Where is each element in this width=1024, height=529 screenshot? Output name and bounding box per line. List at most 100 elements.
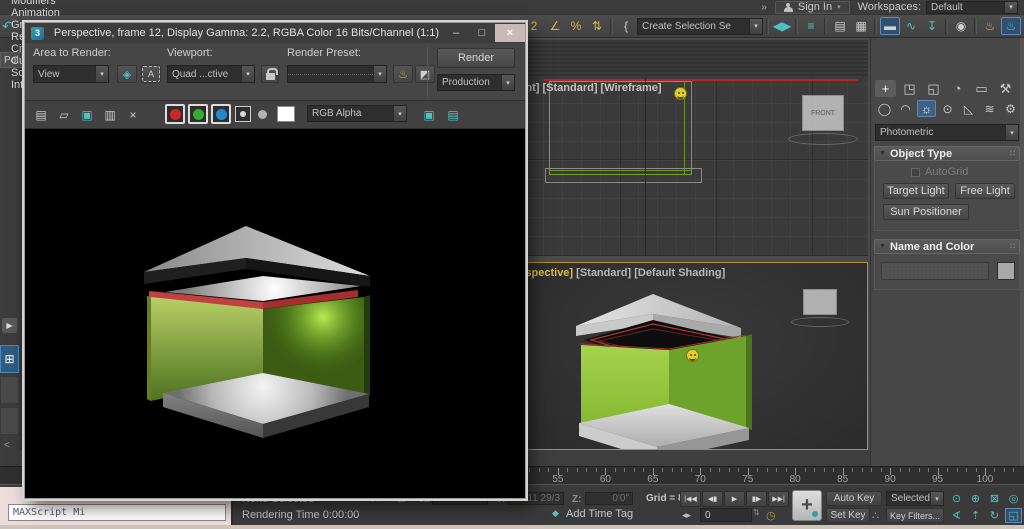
copy-image-icon[interactable]: ▱: [54, 105, 74, 124]
render-setup-icon[interactable]: ♨: [393, 65, 413, 83]
timeline-tick[interactable]: [596, 468, 597, 472]
current-frame-field[interactable]: 0: [700, 508, 752, 522]
frame-spinner[interactable]: ⇅: [753, 508, 760, 517]
scene-explorer-icon[interactable]: ▤: [830, 17, 850, 35]
timeline-tick[interactable]: [615, 468, 616, 472]
timeline-tick[interactable]: [634, 468, 635, 472]
background-color-swatch[interactable]: [277, 106, 295, 122]
viewport-layout-tab-2[interactable]: [0, 376, 19, 404]
utilities-tab[interactable]: ⚒: [995, 80, 1016, 97]
zoom-extents-icon[interactable]: ⊠: [986, 491, 1003, 506]
prev-next-key-icon[interactable]: ◂▸: [682, 510, 691, 521]
timeline-tick[interactable]: [567, 468, 568, 472]
edit-named-selection-sets-icon[interactable]: {: [616, 17, 636, 35]
snaps-toggle-icon[interactable]: 2: [524, 17, 544, 35]
green-channel-button[interactable]: [188, 104, 208, 124]
timeline-tick[interactable]: [909, 468, 910, 472]
percent-snap-icon[interactable]: %: [566, 17, 586, 35]
timeline-tick[interactable]: [871, 468, 872, 472]
channel-display-dropdown[interactable]: RGB Alpha ▾: [307, 105, 407, 122]
viewport-layout-tab-active[interactable]: ⊞: [0, 345, 19, 373]
auto-key-button[interactable]: Auto Key: [826, 491, 882, 506]
save-image-icon[interactable]: ▤: [31, 105, 51, 124]
maximize-button[interactable]: □: [469, 24, 495, 42]
viewport-dropdown[interactable]: Quad ...ctive ▾: [167, 65, 255, 83]
color-correction-icon[interactable]: ▤: [443, 105, 463, 124]
menu-overflow-chevron[interactable]: »: [761, 2, 767, 13]
viewport-perspective-label[interactable]: [Perspective] [Standard] [Default Shadin…: [524, 267, 725, 279]
sign-in-button[interactable]: Sign In ▾: [775, 1, 850, 14]
workspaces-dropdown[interactable]: Default ▾: [926, 1, 1018, 14]
timeline-tick[interactable]: [966, 468, 967, 472]
maxscript-input[interactable]: MAXScript Mi: [8, 504, 226, 521]
key-filters-button[interactable]: Key Filters...: [886, 508, 944, 523]
minimize-button[interactable]: –: [443, 24, 469, 42]
viewport-layout-tab-3[interactable]: [0, 407, 19, 435]
align-icon[interactable]: ≡: [801, 17, 821, 35]
display-tab[interactable]: ▭: [971, 80, 992, 97]
red-channel-button[interactable]: [165, 104, 185, 124]
timeline-tick[interactable]: [1004, 468, 1005, 472]
field-of-view-icon[interactable]: ∢: [948, 508, 965, 523]
zoom-extents-all-icon[interactable]: ◎: [1005, 491, 1022, 506]
hierarchy-tab[interactable]: ◱: [923, 80, 944, 97]
go-to-end-button[interactable]: ▶▶|: [768, 491, 789, 507]
space-warps-category-icon[interactable]: ≋: [980, 100, 999, 117]
panel-scrollbar[interactable]: [1020, 38, 1024, 466]
timeline-tick[interactable]: [947, 468, 948, 472]
rollout-object-type[interactable]: ▼ Object Type ∷: [874, 146, 1020, 161]
timeline-tick[interactable]: [833, 468, 834, 472]
sun-positioner-button[interactable]: Sun Positioner: [883, 204, 969, 220]
create-tab[interactable]: +: [875, 80, 896, 97]
area-to-render-dropdown[interactable]: View ▾: [33, 65, 109, 83]
material-editor-icon[interactable]: ◉: [951, 17, 971, 35]
timeline-tick[interactable]: [1013, 468, 1014, 472]
mirror-icon[interactable]: ◀▶: [772, 17, 792, 35]
object-color-swatch[interactable]: [997, 262, 1015, 280]
curve-editor-icon[interactable]: ∿: [901, 17, 921, 35]
next-frame-button[interactable]: ▮▶: [746, 491, 767, 507]
gamma-icon[interactable]: ◩: [415, 65, 435, 83]
spinner-snap-icon[interactable]: ⇅: [587, 17, 607, 35]
timeline-tick[interactable]: [681, 468, 682, 472]
cameras-category-icon[interactable]: ⊙: [938, 100, 957, 117]
viewcube-ring[interactable]: [791, 317, 849, 327]
render-preset-dropdown[interactable]: ▾: [287, 65, 387, 83]
target-light-button[interactable]: Target Light: [883, 183, 949, 199]
maximize-viewport-icon[interactable]: ◱: [1005, 508, 1022, 523]
menu-modifiers[interactable]: Modifiers: [0, 0, 90, 7]
rollout-name-and-color[interactable]: ▼ Name and Color ∷: [874, 239, 1020, 254]
clone-rendered-frame-icon[interactable]: ▣: [77, 105, 97, 124]
viewcube[interactable]: [803, 289, 837, 315]
collapse-icon[interactable]: <: [4, 440, 10, 451]
ribbon-toggle-icon[interactable]: ▬: [880, 17, 900, 35]
timeline-tick[interactable]: [691, 468, 692, 472]
light-helper-icon[interactable]: [674, 87, 687, 100]
timeline-tick[interactable]: [805, 468, 806, 472]
timeline-tick[interactable]: [852, 468, 853, 472]
timeline-tick[interactable]: [814, 468, 815, 472]
set-key-button[interactable]: Set Key: [826, 508, 870, 523]
z-coordinate-field[interactable]: 0'0": [585, 492, 633, 505]
key-filters-paw-icon[interactable]: ∴: [872, 509, 879, 522]
timeline-tick[interactable]: [957, 468, 958, 472]
key-mode-icon[interactable]: ◷: [766, 509, 776, 522]
systems-category-icon[interactable]: ⚙: [1001, 100, 1020, 117]
timeline-tick[interactable]: [786, 468, 787, 472]
edit-region-icon[interactable]: ◈: [117, 65, 137, 83]
timeline-tick[interactable]: [577, 468, 578, 472]
monochrome-channel-button[interactable]: [235, 106, 251, 122]
viewport-front[interactable]: [Front] [Standard] [Wireframe] FRONT: [524, 40, 868, 256]
timeline-tick[interactable]: [548, 468, 549, 472]
add-time-tag[interactable]: Add Time Tag: [566, 508, 633, 520]
auto-region-icon[interactable]: A: [141, 65, 161, 83]
viewcube[interactable]: FRONT: [802, 95, 844, 131]
timeline-tick[interactable]: [767, 468, 768, 472]
timeline-tick[interactable]: [976, 468, 977, 472]
layer-explorer-icon[interactable]: ▦: [851, 17, 871, 35]
render-window-titlebar[interactable]: 3 Perspective, frame 12, Display Gamma: …: [25, 23, 525, 43]
modify-tab[interactable]: ◳: [899, 80, 920, 97]
timeline-tick[interactable]: [928, 468, 929, 472]
viewport-front-label[interactable]: [Front] [Standard] [Wireframe]: [524, 82, 662, 94]
autogrid-checkbox[interactable]: [911, 168, 920, 177]
